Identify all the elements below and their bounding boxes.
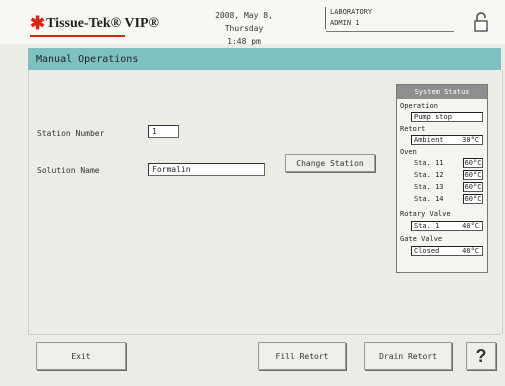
drain-retort-button[interactable]: Drain Retort <box>364 342 452 370</box>
system-status-panel: System Status Operation Pump stop Retort… <box>396 84 488 273</box>
retort-label: Retort <box>400 125 426 133</box>
page-title: Manual Operations <box>36 53 139 65</box>
lab-name: LABORATORY <box>330 8 373 16</box>
lab-user: LABORATORY ADMIN 1 <box>325 7 372 29</box>
oven-station-name: Sta. 13 <box>414 183 444 191</box>
solution-name-label: Solution Name <box>37 166 100 175</box>
operation-label: Operation <box>400 102 438 110</box>
operation-value: Pump stop <box>411 112 483 122</box>
gate-valve-label: Gate Valve <box>400 235 443 243</box>
gate-valve-value: Closed 40°C <box>411 246 483 256</box>
station-number-field[interactable]: 1 <box>148 125 179 138</box>
title-bar: Manual Operations <box>28 48 501 70</box>
oven-station-temp: 60°C <box>463 194 483 204</box>
rotary-valve-value: Sta. 1 40°C <box>411 221 483 231</box>
date-text: 2008, May 8, Thursday <box>215 11 273 33</box>
oven-station-temp: 60°C <box>463 182 483 192</box>
oven-station-name: Sta. 11 <box>414 159 444 167</box>
solution-name-field[interactable]: Formalin <box>148 163 265 176</box>
header-divider <box>326 31 454 32</box>
retort-value: Ambient 30°C <box>411 135 483 145</box>
brand-underline <box>30 35 125 37</box>
retort-temp: 30°C <box>462 136 479 144</box>
oven-station-name: Sta. 14 <box>414 195 444 203</box>
fill-retort-button[interactable]: Fill Retort <box>258 342 346 370</box>
gate-valve-temp: 40°C <box>462 247 479 255</box>
user-name: ADMIN 1 <box>330 19 360 27</box>
star-icon: ✱ <box>30 13 46 33</box>
bottom-bar: Exit Fill Retort Drain Retort ? <box>28 334 501 377</box>
system-status-title: System Status <box>397 85 487 99</box>
screen: ✱ Tissue-Tek® VIP® 2008, May 8, Thursday… <box>0 0 505 386</box>
rotary-valve-label: Rotary Valve <box>400 210 451 218</box>
padlock-icon[interactable] <box>473 12 489 32</box>
oven-station-temp: 60°C <box>463 158 483 168</box>
gate-valve-state: Closed <box>414 247 440 255</box>
datetime: 2008, May 8, Thursday 1:48 pm <box>194 9 294 48</box>
rotary-valve-temp: 40°C <box>462 222 479 230</box>
oven-station-name: Sta. 12 <box>414 171 444 179</box>
oven-station-temp: 60°C <box>463 170 483 180</box>
oven-label: Oven <box>400 148 417 156</box>
rotary-valve-station: Sta. 1 <box>414 222 440 230</box>
help-button[interactable]: ? <box>466 342 496 370</box>
header: ✱ Tissue-Tek® VIP® 2008, May 8, Thursday… <box>0 0 505 46</box>
change-station-button[interactable]: Change Station <box>285 154 375 172</box>
time-text: 1:48 pm <box>227 37 261 46</box>
brand-logo: ✱ Tissue-Tek® VIP® <box>30 13 159 37</box>
exit-button[interactable]: Exit <box>36 342 126 370</box>
station-number-label: Station Number <box>37 129 105 138</box>
brand-name: Tissue-Tek® VIP® <box>46 15 159 31</box>
retort-state: Ambient <box>414 136 444 144</box>
